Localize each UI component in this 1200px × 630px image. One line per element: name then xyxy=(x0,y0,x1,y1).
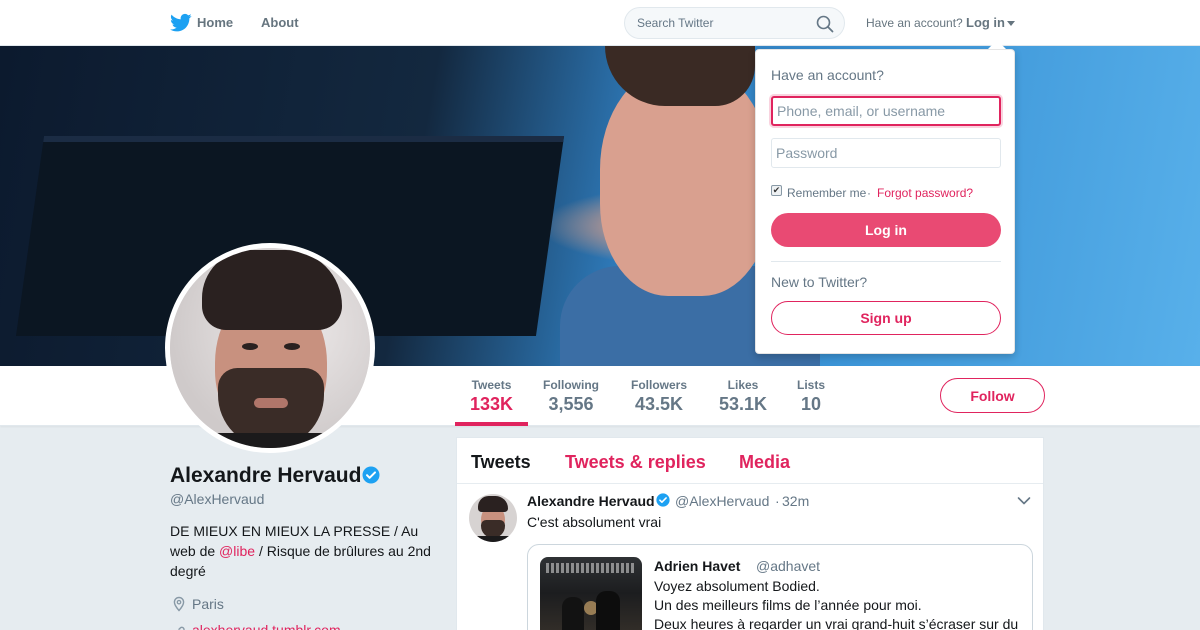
avatar-hair xyxy=(202,250,342,330)
dropdown-title: Have an account? xyxy=(771,67,884,83)
top-nav: Home About Search Twitter Have an accoun… xyxy=(0,0,1200,46)
forgot-password-link[interactable]: Forgot password? xyxy=(877,186,973,200)
stat-likes[interactable]: Likes 53.1K xyxy=(719,378,767,415)
quoted-tweet-image xyxy=(540,557,642,630)
tweet-avatar[interactable] xyxy=(469,494,517,542)
caret-down-icon[interactable] xyxy=(1007,21,1015,26)
tweet-author-name[interactable]: Alexandre Hervaud xyxy=(527,493,655,509)
profile-bio: DE MIEUX EN MIEUX LA PRESSE / Au web de … xyxy=(170,521,435,581)
location-pin-icon xyxy=(173,596,185,612)
search-input[interactable]: Search Twitter xyxy=(624,7,845,39)
stat-value: 53.1K xyxy=(719,394,768,414)
stat-value: 43.5K xyxy=(634,394,684,414)
login-dropdown: Have an account? ✔ Remember me · Forgot … xyxy=(755,49,1015,354)
avatar-shirt xyxy=(170,433,370,448)
verified-badge-icon xyxy=(656,493,670,507)
stat-lists[interactable]: Lists 10 xyxy=(797,378,825,415)
poster-figure-right xyxy=(596,591,620,630)
avatar-mouth xyxy=(254,398,288,408)
password-field[interactable] xyxy=(771,138,1001,168)
profile-location: Paris xyxy=(192,596,224,612)
have-account-text: Have an account? xyxy=(866,16,963,30)
stat-label: Lists xyxy=(797,378,826,392)
chevron-down-icon[interactable] xyxy=(1017,496,1031,506)
stat-tweets[interactable]: Tweets 133K xyxy=(470,378,513,415)
remember-separator: · xyxy=(867,186,871,200)
profile-handle[interactable]: @AlexHervaud xyxy=(170,491,264,507)
timeline: Tweets Tweets & replies Media Alexandre … xyxy=(456,437,1044,630)
stat-label: Tweets xyxy=(471,378,512,392)
quoted-tweet[interactable]: Adrien Havet @adhavet Voyez absolument B… xyxy=(527,544,1033,630)
tweet-text: C'est absolument vrai xyxy=(527,514,662,530)
quoted-author-name: Adrien Havet xyxy=(654,558,741,574)
tab-media[interactable]: Media xyxy=(739,452,790,473)
tweet-timestamp[interactable]: 32m xyxy=(782,493,809,509)
active-stat-underline xyxy=(455,422,528,426)
login-button[interactable]: Log in xyxy=(771,213,1001,247)
tweet-avatar-hair xyxy=(478,496,508,512)
dropdown-caret xyxy=(988,40,1006,49)
quoted-text-line: Deux heures à regarder un vrai grand-hui… xyxy=(654,616,1019,630)
quoted-text-line: Voyez absolument Bodied. xyxy=(654,578,820,594)
poster-figure-left xyxy=(562,597,584,630)
avatar-eye-left xyxy=(242,343,258,350)
tab-tweets[interactable]: Tweets xyxy=(471,452,531,473)
profile-website-link[interactable]: alexhervaud.tumblr.com xyxy=(192,622,341,630)
nav-home[interactable]: Home xyxy=(197,15,233,30)
remember-me-label[interactable]: Remember me xyxy=(787,186,866,200)
verified-badge-icon xyxy=(362,466,380,484)
bio-mention-link[interactable]: @libe xyxy=(219,543,255,559)
stat-following[interactable]: Following 3,556 xyxy=(543,378,599,415)
nav-about[interactable]: About xyxy=(261,15,299,30)
stat-value: 3,556 xyxy=(548,394,594,414)
stat-value: 133K xyxy=(470,394,514,414)
follow-button[interactable]: Follow xyxy=(940,378,1045,413)
twitter-bird-icon[interactable] xyxy=(170,13,192,33)
new-to-twitter-text: New to Twitter? xyxy=(771,274,868,290)
login-link[interactable]: Log in xyxy=(966,15,1005,30)
profile-avatar[interactable] xyxy=(165,243,375,453)
tab-tweets-replies[interactable]: Tweets & replies xyxy=(565,452,706,473)
search-placeholder: Search Twitter xyxy=(637,16,714,30)
stat-label: Likes xyxy=(727,378,759,392)
username-field[interactable] xyxy=(771,96,1001,126)
stat-followers[interactable]: Followers 43.5K xyxy=(631,378,687,415)
signup-button[interactable]: Sign up xyxy=(771,301,1001,335)
link-icon xyxy=(178,626,185,630)
avatar-eye-right xyxy=(284,343,300,350)
timeline-tabs: Tweets Tweets & replies Media xyxy=(457,438,1043,484)
search-icon[interactable] xyxy=(816,15,834,33)
poster-title-lettering xyxy=(546,563,636,573)
stat-label: Followers xyxy=(631,378,688,392)
remember-me-checkbox[interactable]: ✔ xyxy=(771,185,782,196)
dropdown-divider xyxy=(771,261,1001,262)
stat-value: 10 xyxy=(800,394,822,414)
profile-name[interactable]: Alexandre Hervaud xyxy=(170,464,361,488)
quoted-text-line: Un des meilleurs films de l’année pour m… xyxy=(654,597,922,613)
tweet-author-handle[interactable]: @AlexHervaud xyxy=(675,493,769,509)
tweet-avatar-shirt xyxy=(469,536,517,542)
stat-label: Following xyxy=(543,378,599,392)
tweet-separator: · xyxy=(775,493,780,509)
quoted-author-handle: @adhavet xyxy=(756,558,821,574)
